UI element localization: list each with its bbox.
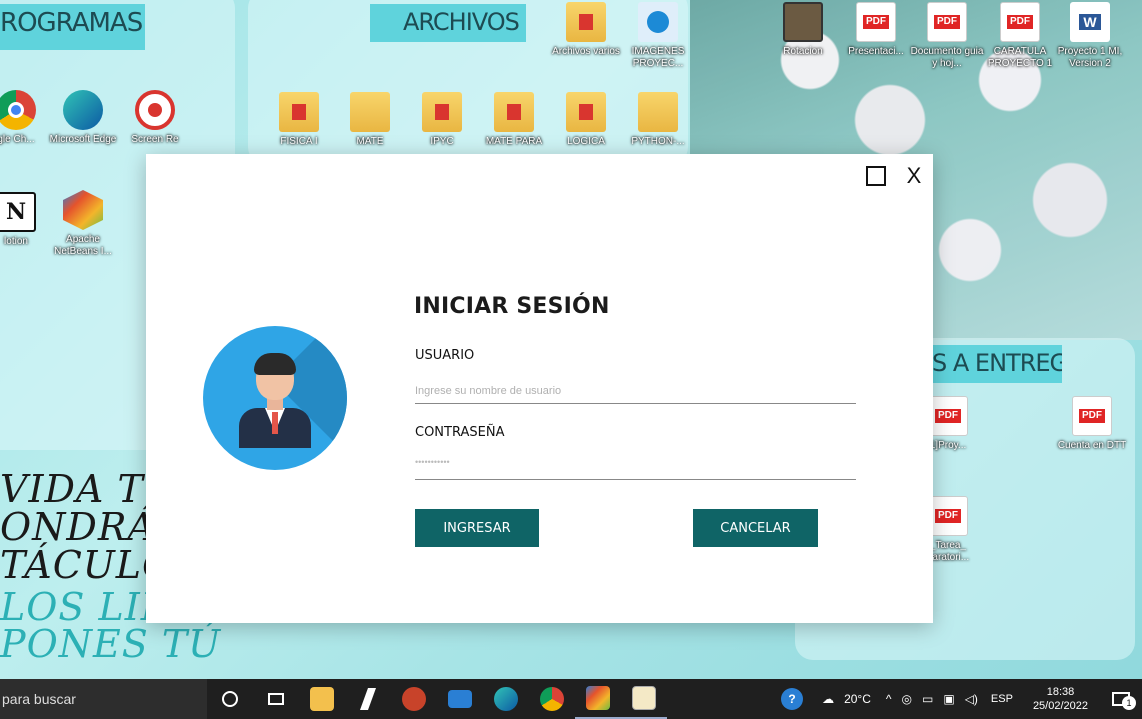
pdf-icon: PDF	[856, 2, 896, 42]
network-icon[interactable]: ▣	[938, 692, 959, 706]
banner-entregar: S A ENTREGAR	[930, 345, 1062, 383]
contrasena-input[interactable]: •••••••••••	[415, 454, 856, 480]
folder-icon	[494, 92, 534, 132]
folder-icon	[566, 92, 606, 132]
icon-label: IMAGENES PROYEC...	[631, 46, 685, 69]
maximize-icon	[866, 166, 886, 186]
icon-label: Screen Re	[131, 134, 179, 145]
icon-label: MATE	[356, 136, 384, 147]
weather-icon[interactable]: ☁	[808, 692, 839, 706]
word-icon: W	[1070, 2, 1110, 42]
powerpoint-icon[interactable]	[391, 679, 437, 719]
desktop-icon-edge[interactable]: Microsoft Edge	[45, 90, 121, 146]
weather-temp[interactable]: 20°C	[839, 692, 876, 706]
desktop-icon-proyecto-word[interactable]: W Proyecto 1 MI, Version 2	[1052, 2, 1128, 70]
video-icon	[783, 2, 823, 42]
desktop-icon-cuenta-dtt[interactable]: PDF Cuenta en DTT	[1054, 396, 1130, 452]
file-explorer-icon[interactable]	[299, 679, 345, 719]
taskbar: para buscar ? ☁ 20°C ^ ◎ ▭ ▣ ◁) ESP 18:3…	[0, 679, 1142, 719]
clock-time: 18:38	[1046, 686, 1075, 698]
desktop-icon-fisica[interactable]: FISICA I	[261, 92, 337, 148]
pdf-icon: PDF	[928, 496, 968, 536]
netbeans-taskbar-icon[interactable]	[575, 679, 621, 719]
desktop-icon-documento-guia[interactable]: PDF Documento guia y hoj...	[909, 2, 985, 70]
banner-archivos: ARCHIVOS	[370, 4, 526, 42]
login-title: INICIAR SESIÓN	[414, 294, 610, 319]
desktop-icon-logica[interactable]: LOGICA	[548, 92, 624, 148]
cancelar-button[interactable]: CANCELAR	[693, 509, 818, 547]
meet-icon[interactable]: ◎	[897, 692, 917, 706]
notifications-icon[interactable]: 1	[1100, 692, 1142, 710]
desktop-icon-netbeans[interactable]: Apache NetBeans I...	[45, 190, 121, 258]
desktop-icon-python[interactable]: PYTHON-...	[620, 92, 696, 148]
mail-icon[interactable]	[437, 679, 483, 719]
battery-icon[interactable]: ▭	[917, 692, 938, 706]
notification-count: 1	[1122, 696, 1136, 710]
help-icon[interactable]: ?	[776, 688, 808, 710]
ingresar-button[interactable]: INGRESAR	[415, 509, 539, 547]
icon-label: LOGICA	[567, 136, 605, 147]
icon-label: PYTHON-...	[631, 136, 685, 147]
desktop-icon-mate-para[interactable]: MATE PARA	[476, 92, 552, 148]
clock[interactable]: 18:38 25/02/2022	[1021, 685, 1100, 713]
chrome-taskbar-icon[interactable]	[529, 679, 575, 719]
contrasena-label: CONTRASEÑA	[415, 425, 505, 440]
banner-programas: ROGRAMAS	[0, 4, 145, 50]
icon-label: Cuenta en DTT	[1057, 440, 1127, 451]
icon-label: Archivos varios	[552, 46, 620, 57]
desktop-icon-archivos-varios[interactable]: Archivos varios	[548, 2, 624, 58]
notion-icon: N	[0, 192, 36, 232]
cortana-icon[interactable]	[207, 679, 253, 719]
record-icon	[135, 90, 175, 130]
icon-label: Rotacion	[783, 46, 823, 57]
login-dialog: X INICIAR SESIÓN USUARIO CONTRASEÑA ••••…	[146, 154, 933, 623]
icon-label: Proyecto 1 MI, Version 2	[1057, 46, 1123, 69]
edge-taskbar-icon[interactable]	[483, 679, 529, 719]
chrome-icon	[0, 90, 36, 130]
wallpaper-quote-line: PONES TÚ	[0, 622, 222, 666]
desktop-icon-rotacion[interactable]: Rotacion	[765, 2, 841, 58]
desktop-icon-presentacion[interactable]: PDF Presentaci...	[838, 2, 914, 58]
netbeans-icon	[63, 190, 103, 230]
app-window-icon[interactable]	[621, 679, 667, 719]
icon-label: Apache NetBeans I...	[54, 234, 112, 257]
language-indicator[interactable]: ESP	[983, 693, 1021, 705]
winamp-icon[interactable]	[345, 679, 391, 719]
clock-date: 25/02/2022	[1032, 700, 1088, 712]
user-avatar	[203, 326, 347, 470]
desktop-icon-imagenes[interactable]: IMAGENES PROYEC...	[620, 2, 696, 70]
folder-icon	[422, 92, 462, 132]
task-view-icon[interactable]	[253, 679, 299, 719]
pdf-icon: PDF	[927, 2, 967, 42]
chevron-up-icon[interactable]: ^	[876, 692, 897, 706]
pdf-icon: PDF	[1072, 396, 1112, 436]
desktop-icon-screen-recorder[interactable]: Screen Re	[117, 90, 193, 146]
pdf-icon: PDF	[928, 396, 968, 436]
folder-icon	[566, 2, 606, 42]
maximize-button[interactable]	[862, 162, 890, 190]
close-button[interactable]: X	[900, 162, 928, 190]
desktop-icon-ipyc[interactable]: IPYC	[404, 92, 480, 148]
pdf-icon: PDF	[1000, 2, 1040, 42]
image-folder-icon	[638, 2, 678, 42]
usuario-label: USUARIO	[415, 348, 475, 363]
icon-label: Documento guia y hoj...	[910, 46, 984, 69]
edge-icon	[63, 90, 103, 130]
desktop-icon-caratula[interactable]: PDF CARATULA PROYECTO 1	[982, 2, 1058, 70]
folder-icon	[350, 92, 390, 132]
taskbar-search[interactable]: para buscar	[0, 679, 207, 719]
folder-icon	[279, 92, 319, 132]
icon-label: Microsoft Edge	[49, 134, 117, 145]
icon-label: Presentaci...	[848, 46, 904, 57]
usuario-input[interactable]	[415, 378, 856, 404]
desktop-icon-mate[interactable]: MATE	[332, 92, 408, 148]
folder-icon	[638, 92, 678, 132]
volume-icon[interactable]: ◁)	[960, 692, 983, 706]
system-tray: ? ☁ 20°C ^ ◎ ▭ ▣ ◁) ESP 18:38 25/02/2022…	[776, 679, 1142, 719]
icon-label: CARATULA PROYECTO 1	[987, 46, 1053, 69]
icon-label: FISICA I	[280, 136, 318, 147]
icon-label: MATE PARA	[485, 136, 543, 147]
icon-label: IPYC	[430, 136, 454, 147]
